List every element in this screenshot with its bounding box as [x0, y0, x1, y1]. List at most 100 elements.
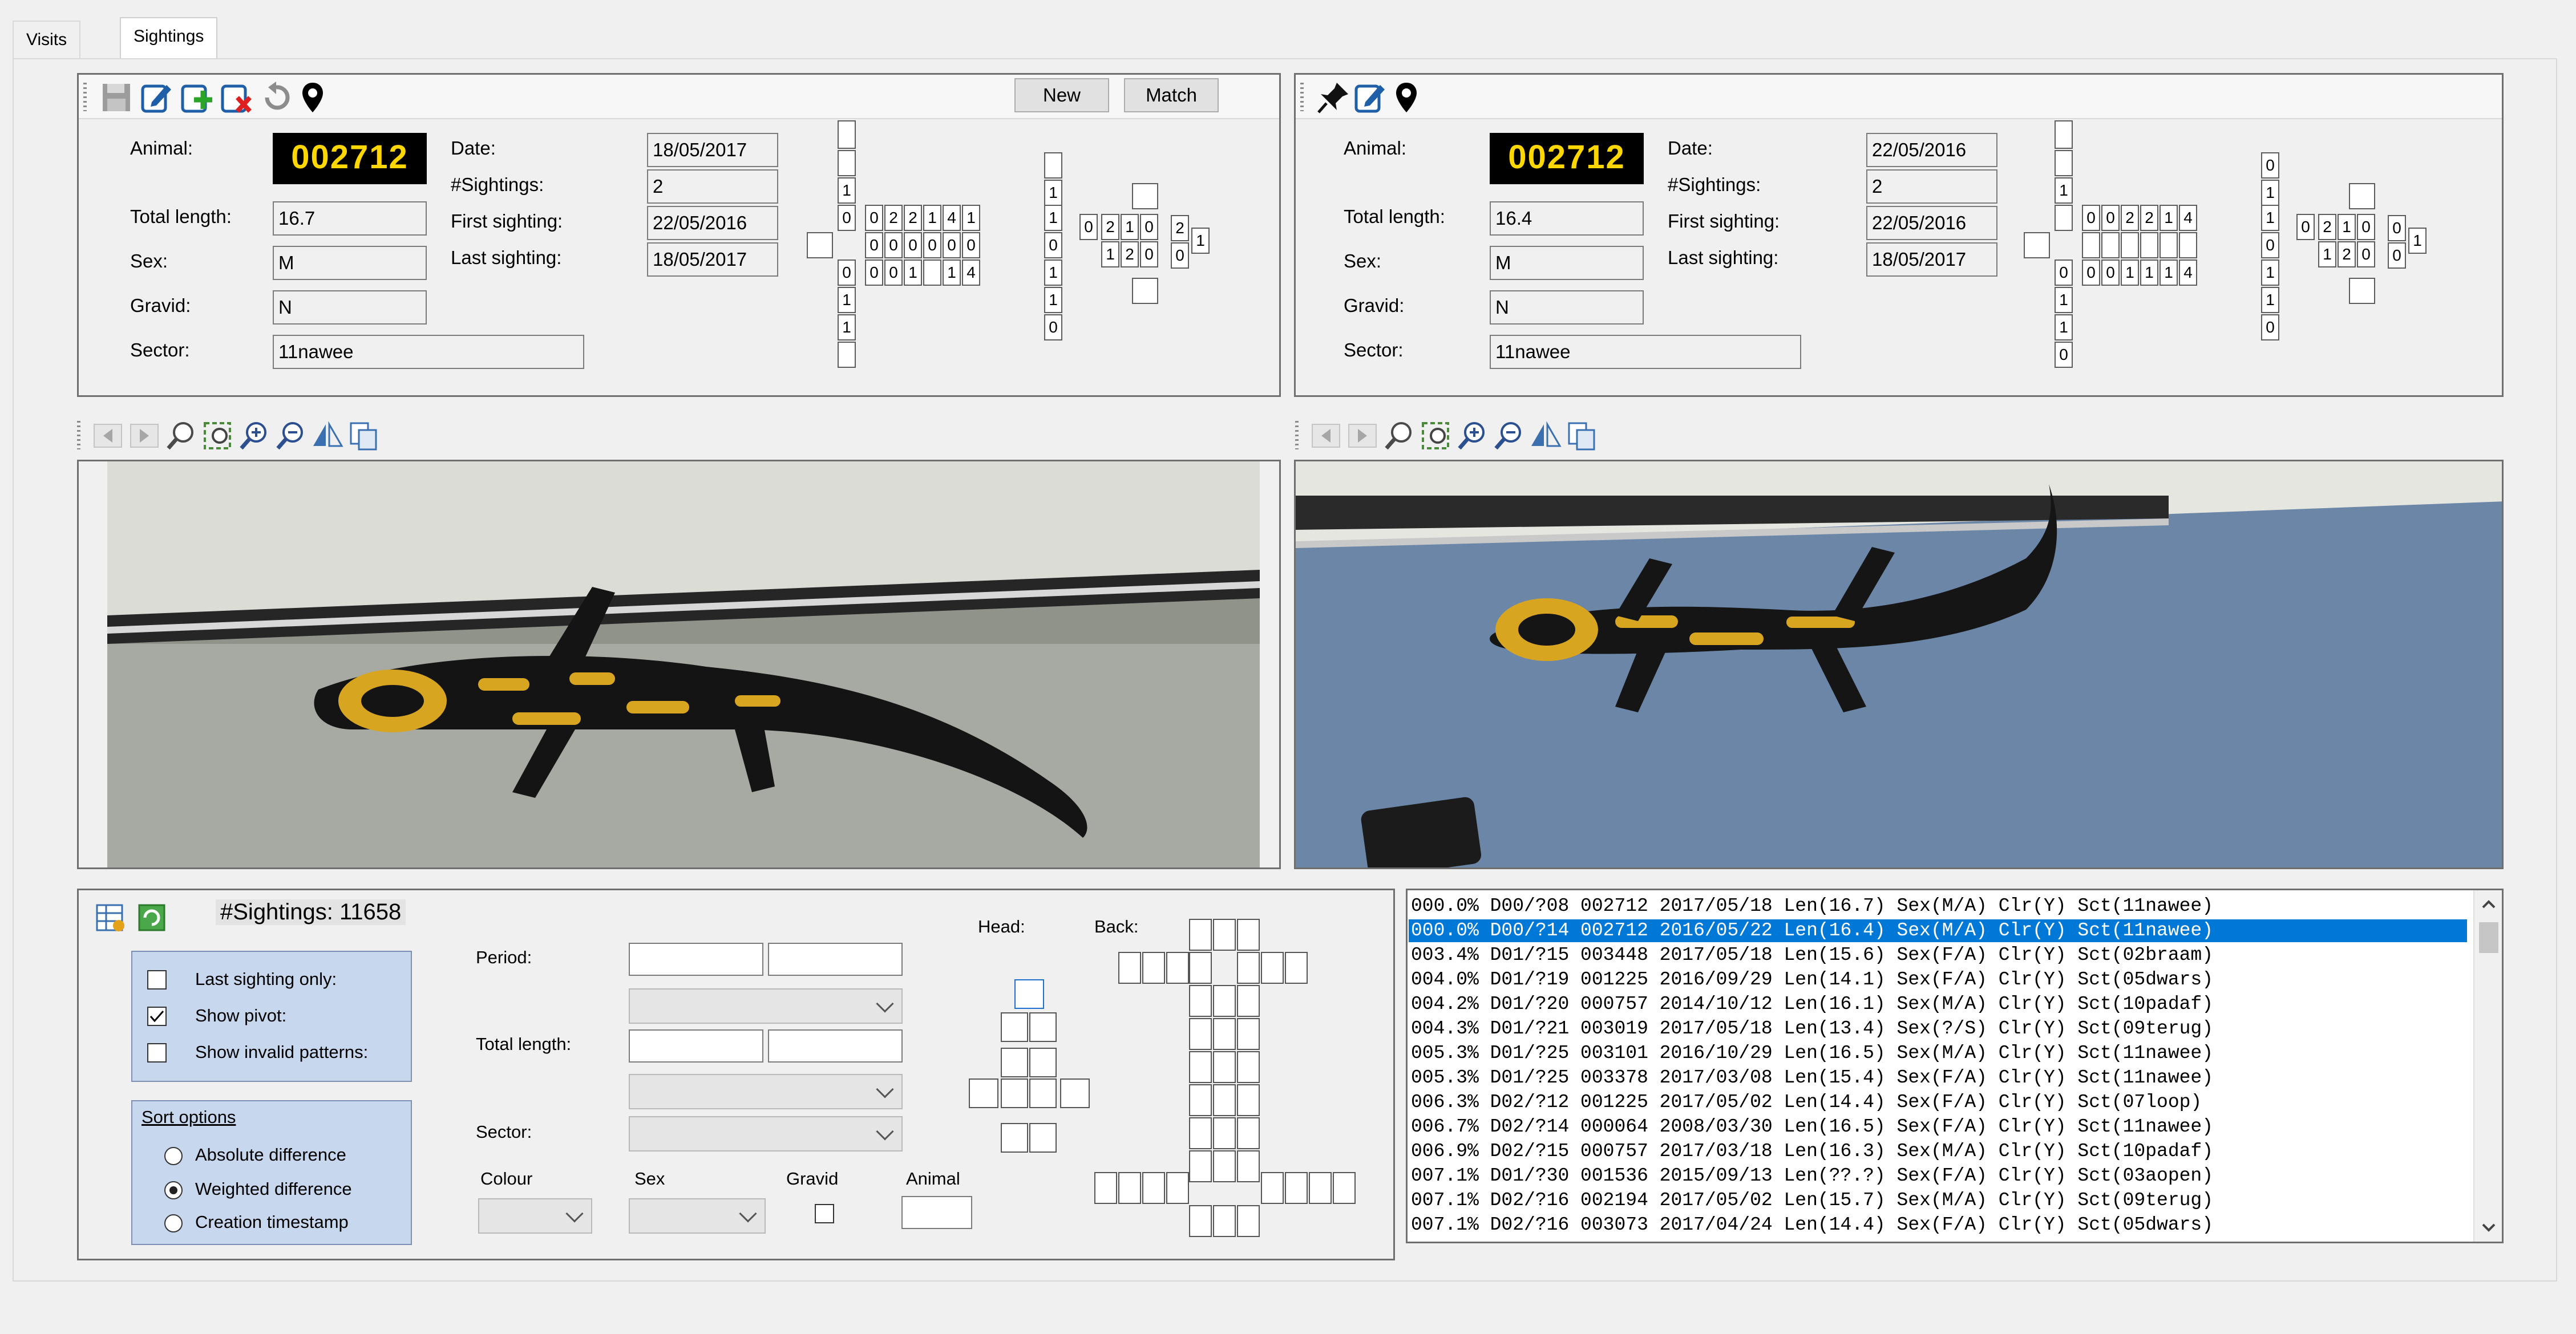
pattern-cell[interactable]: 2: [884, 205, 903, 231]
pattern-cell[interactable]: 2: [1101, 214, 1119, 240]
next-image-icon[interactable]: [1345, 419, 1380, 453]
pattern-cell[interactable]: 0: [2261, 232, 2279, 258]
pattern-cell[interactable]: [2082, 232, 2100, 258]
table-row[interactable]: 004.0% D01/?19 001225 2016/09/29 Len(14.…: [1411, 968, 2213, 991]
delete-record-icon[interactable]: [219, 80, 253, 115]
pattern-cell[interactable]: 4: [943, 205, 961, 231]
pattern-cell[interactable]: [2055, 150, 2073, 176]
pattern-cell[interactable]: 0: [2296, 214, 2315, 240]
back-cell[interactable]: [1189, 1117, 1212, 1149]
zoom-out-icon[interactable]: [273, 419, 308, 453]
back-cell[interactable]: [1213, 1117, 1236, 1149]
back-cell[interactable]: [1142, 952, 1165, 984]
back-cell[interactable]: [1166, 952, 1189, 984]
pattern-cell[interactable]: [838, 120, 856, 149]
back-cell[interactable]: [1237, 1018, 1260, 1050]
copy-image-icon[interactable]: [346, 419, 381, 453]
back-cell[interactable]: [1237, 1150, 1260, 1182]
pattern-cell[interactable]: 4: [2179, 205, 2197, 231]
table-row[interactable]: 000.0% D00/?08 002712 2017/05/18 Len(16.…: [1411, 895, 2213, 918]
pattern-cell[interactable]: 1: [838, 314, 856, 340]
pattern-cell[interactable]: 2: [2121, 205, 2139, 231]
pattern-cell-blank[interactable]: [807, 232, 833, 258]
pattern-cell[interactable]: [2055, 120, 2073, 149]
pattern-cell[interactable]: 1: [2318, 241, 2336, 267]
scroll-thumb[interactable]: [2479, 922, 2498, 953]
head-cell[interactable]: [1029, 1078, 1057, 1108]
next-image-icon[interactable]: [127, 419, 161, 453]
table-row[interactable]: 004.2% D01/?20 000757 2014/10/12 Len(16.…: [1411, 993, 2213, 1016]
pattern-cell[interactable]: [2101, 232, 2120, 258]
colour-select[interactable]: [478, 1198, 592, 1234]
head-cell[interactable]: [1060, 1078, 1090, 1108]
edit-icon[interactable]: [139, 80, 173, 115]
pattern-cell-blank[interactable]: [2349, 183, 2375, 209]
head-cell[interactable]: [1029, 1123, 1057, 1153]
refresh-search-icon[interactable]: [135, 901, 169, 935]
back-cell[interactable]: [1213, 1018, 1236, 1050]
pattern-cell[interactable]: 0: [2261, 152, 2279, 179]
sort-creation-radio[interactable]: [164, 1214, 183, 1232]
pattern-cell[interactable]: [923, 259, 941, 286]
left-total-length-field[interactable]: 16.7: [273, 201, 427, 236]
pattern-cell[interactable]: 1: [2261, 180, 2279, 206]
back-cell[interactable]: [1261, 1172, 1284, 1204]
pin-icon[interactable]: [1316, 80, 1350, 115]
show-invalid-patterns-checkbox[interactable]: [147, 1043, 167, 1063]
back-cell[interactable]: [1237, 1117, 1260, 1149]
table-row[interactable]: 005.3% D01/?25 003378 2017/03/08 Len(15.…: [1411, 1067, 2213, 1089]
pattern-cell[interactable]: 0: [2101, 205, 2120, 231]
period-from-input[interactable]: [629, 943, 763, 976]
back-cell[interactable]: [1237, 952, 1260, 984]
back-cell[interactable]: [1189, 1150, 1212, 1182]
pattern-cell[interactable]: 1: [943, 259, 961, 286]
pattern-cell[interactable]: 1: [2140, 259, 2158, 286]
pattern-cell[interactable]: 2: [2338, 241, 2356, 267]
zoom-in-icon[interactable]: [237, 419, 271, 453]
pattern-cell-blank[interactable]: [1132, 278, 1158, 304]
pattern-cell[interactable]: 1: [838, 177, 856, 204]
pattern-cell[interactable]: 0: [1171, 242, 1189, 269]
back-cell[interactable]: [1213, 985, 1236, 1017]
pattern-cell[interactable]: [2160, 232, 2178, 258]
pattern-cell[interactable]: 1: [1044, 259, 1062, 286]
tab-sightings[interactable]: Sightings: [120, 17, 218, 59]
pattern-cell[interactable]: 0: [1044, 232, 1062, 258]
left-date-field[interactable]: 18/05/2017: [647, 133, 778, 167]
table-row[interactable]: 006.3% D02/?12 001225 2017/05/02 Len(14.…: [1411, 1091, 2202, 1114]
left-gravid-field[interactable]: N: [273, 290, 427, 325]
head-cell[interactable]: [1001, 1012, 1028, 1042]
copy-image-icon[interactable]: [1564, 419, 1599, 453]
back-cell[interactable]: [1189, 1018, 1212, 1050]
pattern-cell[interactable]: [838, 150, 856, 176]
back-cell[interactable]: [1118, 952, 1141, 984]
sector-select[interactable]: [629, 1116, 903, 1151]
match-results-list[interactable]: 000.0% D00/?08 002712 2017/05/18 Len(16.…: [1406, 889, 2504, 1243]
animal-filter-input[interactable]: [901, 1196, 972, 1229]
back-cell[interactable]: [1237, 919, 1260, 951]
pattern-cell[interactable]: 0: [2388, 215, 2406, 241]
pattern-cell[interactable]: 1: [2121, 259, 2139, 286]
right-last-sighting-field[interactable]: 18/05/2017: [1866, 242, 1997, 277]
back-cell[interactable]: [1309, 1172, 1332, 1204]
pattern-cell[interactable]: 1: [2261, 259, 2279, 286]
pattern-cell[interactable]: [2179, 232, 2197, 258]
pattern-cell[interactable]: 0: [2357, 241, 2375, 267]
back-cell[interactable]: [1189, 952, 1212, 984]
pattern-cell[interactable]: 0: [884, 232, 903, 258]
pattern-cell[interactable]: 0: [2055, 259, 2073, 286]
back-cell[interactable]: [1189, 1205, 1212, 1237]
right-sex-field[interactable]: M: [1490, 246, 1644, 280]
pattern-cell[interactable]: 0: [943, 232, 961, 258]
pattern-cell[interactable]: 1: [2055, 287, 2073, 313]
edit-icon[interactable]: [1353, 80, 1387, 115]
pattern-cell-blank[interactable]: [2349, 278, 2375, 304]
right-gravid-field[interactable]: N: [1490, 290, 1644, 325]
pattern-cell[interactable]: 0: [2261, 314, 2279, 340]
pattern-cell[interactable]: 0: [865, 232, 883, 258]
pattern-cell[interactable]: 1: [2261, 287, 2279, 313]
right-date-field[interactable]: 22/05/2016: [1866, 133, 1997, 167]
back-cell[interactable]: [1142, 1172, 1165, 1204]
back-cell[interactable]: [1118, 1172, 1141, 1204]
pattern-cell[interactable]: 4: [2179, 259, 2197, 286]
